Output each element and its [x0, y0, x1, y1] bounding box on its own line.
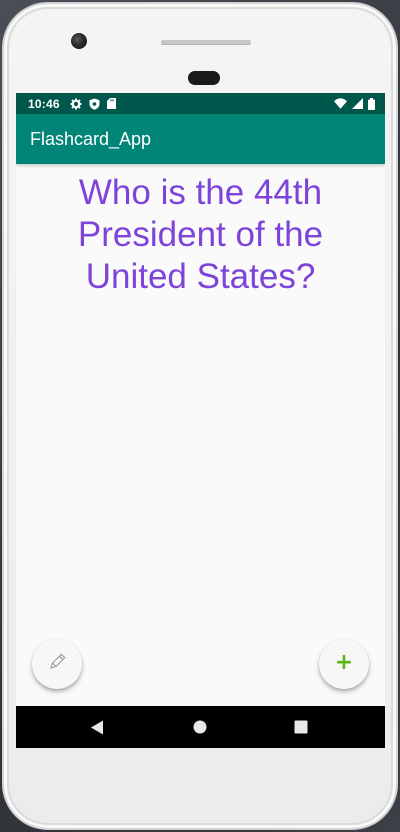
status-time: 10:46	[28, 96, 60, 111]
shield-icon	[89, 98, 100, 110]
earpiece	[188, 71, 220, 85]
battery-icon	[368, 97, 375, 110]
recents-square-icon[interactable]	[292, 718, 310, 736]
pencil-icon	[47, 652, 67, 676]
app-title: Flashcard_App	[30, 128, 152, 149]
top-speaker-grille	[161, 40, 251, 45]
app-toolbar: Flashcard_App	[16, 114, 385, 164]
home-circle-icon[interactable]	[191, 718, 209, 736]
flashcard-question[interactable]: Who is the 44th President of the United …	[46, 172, 355, 298]
cell-signal-icon	[352, 98, 363, 109]
sd-card-icon	[106, 98, 116, 109]
edit-card-button[interactable]	[32, 639, 82, 689]
back-triangle-icon[interactable]	[88, 718, 106, 736]
app-screen: 10:46 Flashcard_App Who is the 44th Pres…	[16, 93, 385, 748]
add-card-button[interactable]: +	[319, 639, 369, 689]
status-system-icons	[334, 93, 375, 114]
settings-gear-icon	[70, 98, 82, 110]
front-camera	[71, 33, 87, 49]
device-stage: 10:46 Flashcard_App Who is the 44th Pres…	[0, 0, 400, 832]
wifi-icon	[334, 98, 347, 109]
system-navigation-bar	[16, 706, 385, 748]
plus-icon: +	[334, 650, 354, 675]
status-notification-icons	[70, 98, 116, 110]
status-bar: 10:46	[16, 93, 385, 114]
